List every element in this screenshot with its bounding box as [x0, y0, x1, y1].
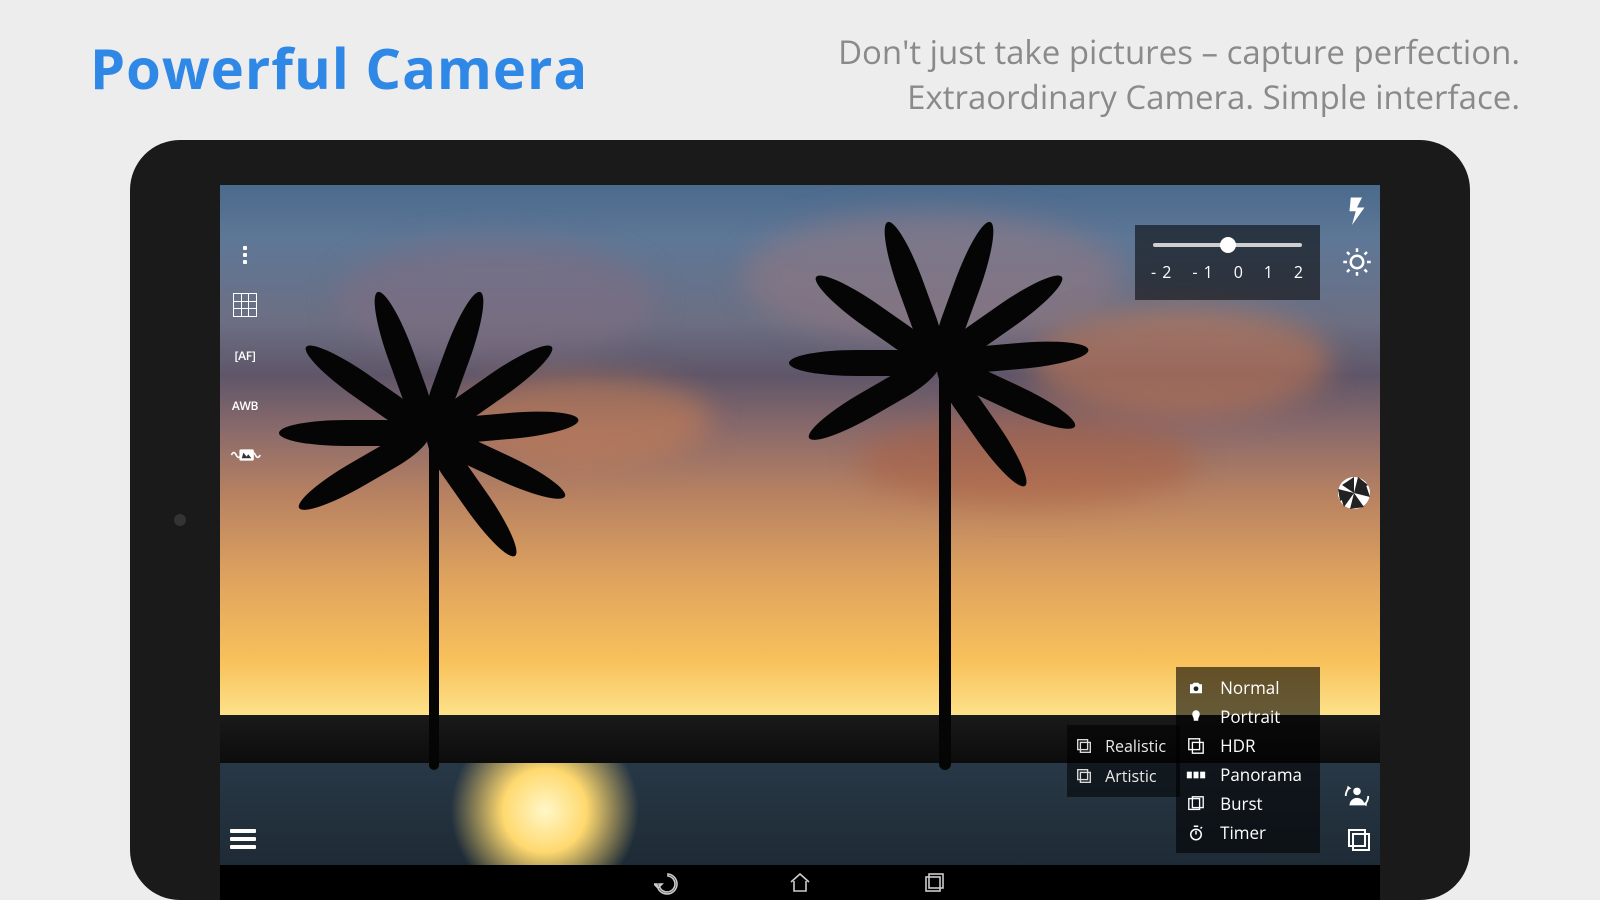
exposure-panel: - 2 - 1 0 1 2: [1135, 225, 1320, 300]
gallery-stack-icon: [1346, 827, 1372, 853]
gallery-button[interactable]: [1346, 827, 1372, 853]
left-controls: [AF] AWB: [228, 240, 262, 470]
page-title: Powerful Camera: [90, 30, 588, 106]
home-icon: [788, 871, 812, 895]
kebab-menu-icon[interactable]: [228, 240, 262, 270]
mode-timer[interactable]: Timer: [1186, 818, 1302, 847]
nav-home-button[interactable]: [788, 871, 812, 895]
capture-mode-menu: Normal Portrait HDR Panorama Burst: [1176, 667, 1320, 853]
mode-label: Normal: [1220, 676, 1279, 699]
mode-label: Panorama: [1220, 763, 1302, 786]
tablet-frame: [AF] AWB: [130, 140, 1470, 900]
grid-icon: [233, 293, 257, 317]
camera-viewfinder[interactable]: [AF] AWB: [220, 185, 1380, 865]
hdr-submode-menu: Realistic Artistic: [1067, 725, 1180, 797]
hdr-submode-realistic[interactable]: Realistic: [1075, 731, 1166, 761]
recents-icon: [922, 871, 946, 895]
exposure-tick-labels: - 2 - 1 0 1 2: [1151, 261, 1304, 283]
flash-button[interactable]: [1342, 195, 1372, 225]
stabilization-button[interactable]: [228, 440, 262, 470]
hamburger-menu-button[interactable]: [230, 825, 256, 853]
mode-hdr[interactable]: HDR: [1186, 731, 1302, 760]
nav-back-button[interactable]: [654, 871, 678, 895]
switch-camera-button[interactable]: [1342, 781, 1372, 811]
hdr-submode-artistic[interactable]: Artistic: [1075, 761, 1166, 791]
stack-icon: [1075, 737, 1093, 755]
exposure-settings-button[interactable]: [1342, 247, 1372, 277]
portrait-icon: [1186, 708, 1206, 726]
mode-normal[interactable]: Normal: [1186, 673, 1302, 702]
tablet-front-camera: [174, 514, 186, 526]
timer-icon: [1186, 824, 1206, 842]
hdr-icon: [1186, 737, 1206, 755]
nav-recents-button[interactable]: [922, 871, 946, 895]
focus-mode-button[interactable]: [AF]: [228, 340, 262, 370]
grid-toggle-button[interactable]: [228, 290, 262, 320]
exposure-slider[interactable]: [1153, 243, 1302, 247]
flash-icon: [1342, 195, 1372, 225]
mode-burst[interactable]: Burst: [1186, 789, 1302, 818]
brightness-gear-icon: [1342, 247, 1372, 277]
promo-header: Powerful Camera Don't just take pictures…: [0, 30, 1600, 119]
mode-label: Realistic: [1105, 735, 1166, 757]
panorama-icon: [1186, 769, 1206, 781]
white-balance-button[interactable]: AWB: [228, 390, 262, 420]
mode-label: Timer: [1220, 821, 1266, 844]
mode-label: Artistic: [1105, 765, 1156, 787]
mode-panorama[interactable]: Panorama: [1186, 760, 1302, 789]
burst-icon: [1186, 795, 1206, 813]
camera-icon: [1186, 679, 1206, 697]
shutter-button[interactable]: [1336, 475, 1372, 511]
right-controls: [1342, 195, 1372, 277]
stack-icon: [1075, 767, 1093, 785]
aperture-icon: [1336, 475, 1372, 511]
exposure-slider-thumb[interactable]: [1220, 237, 1236, 253]
mode-label: Portrait: [1220, 705, 1280, 728]
android-navbar: [220, 865, 1380, 900]
mode-label: HDR: [1220, 734, 1255, 757]
switch-camera-icon: [1342, 781, 1372, 811]
page-subtitle: Don't just take pictures – capture perfe…: [838, 30, 1520, 119]
mode-label: Burst: [1220, 792, 1263, 815]
tablet-screen: [AF] AWB: [220, 185, 1380, 900]
mode-portrait[interactable]: Portrait: [1186, 702, 1302, 731]
stabilization-icon: [229, 445, 261, 465]
back-icon: [654, 871, 678, 895]
